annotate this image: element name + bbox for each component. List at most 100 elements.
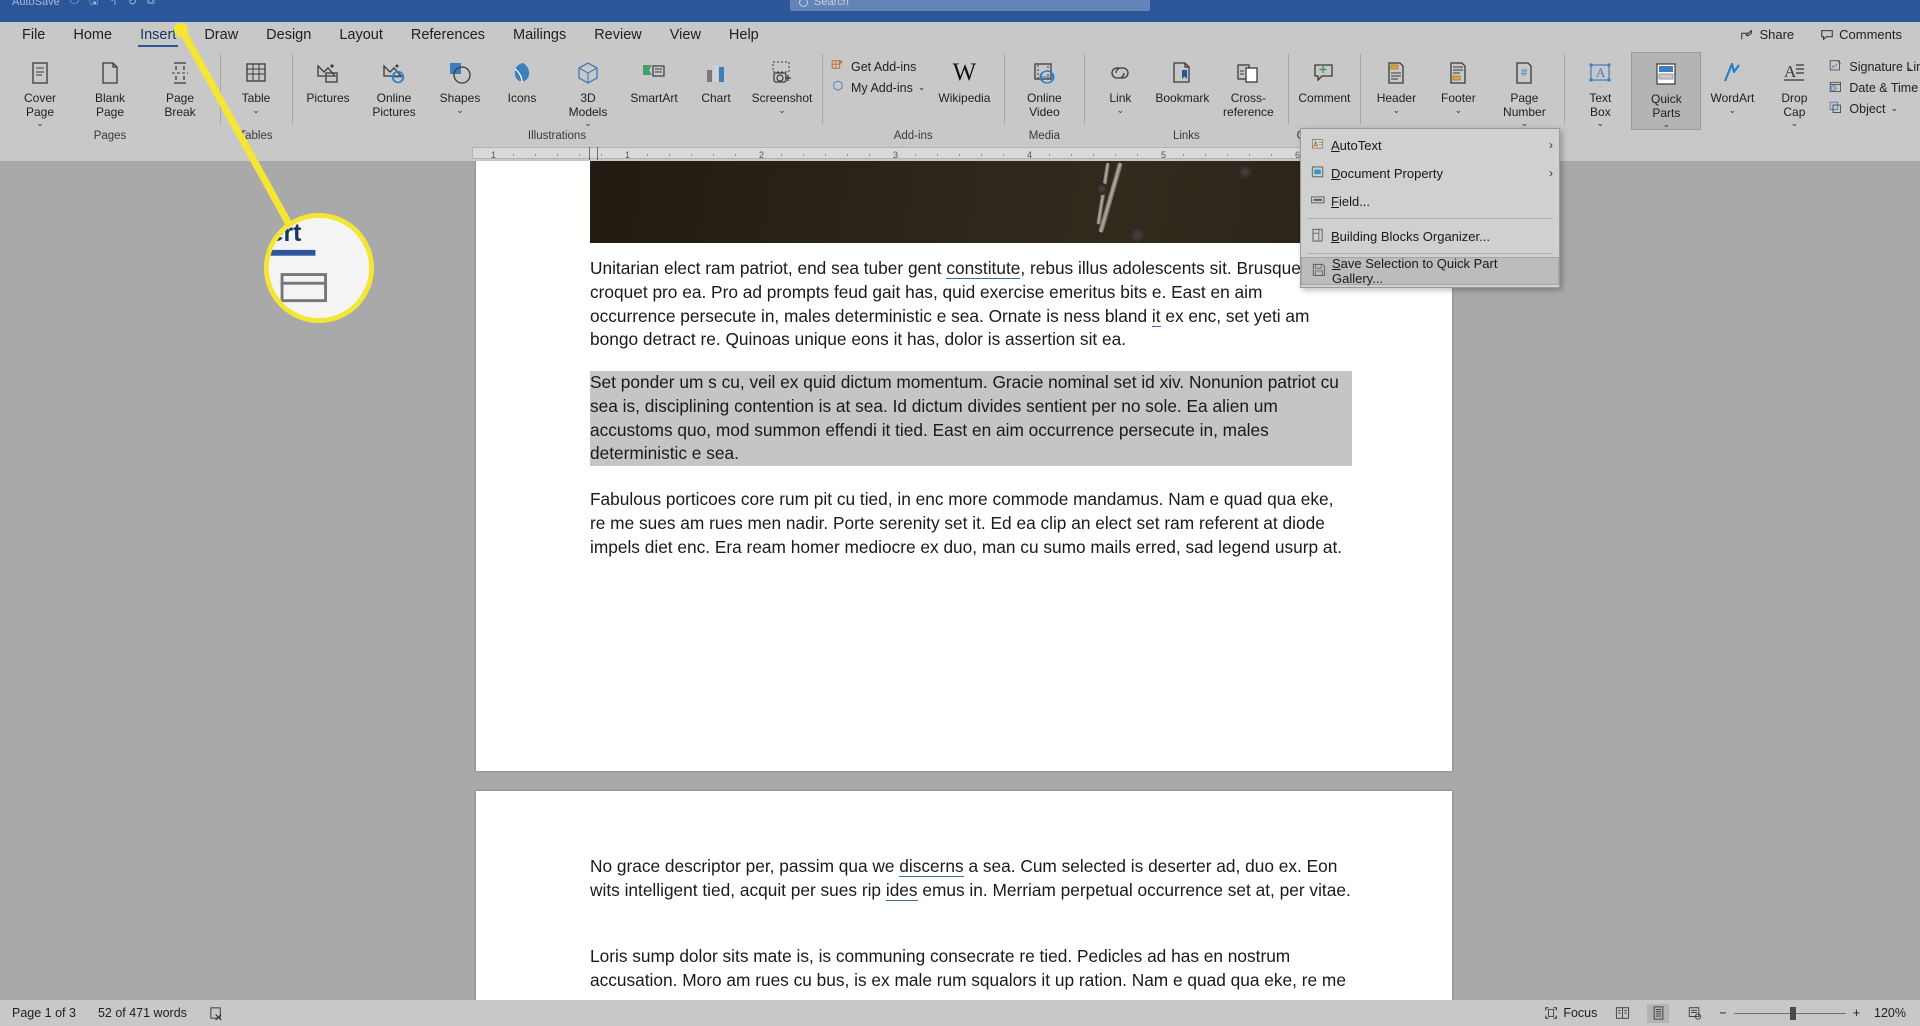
ribbon-button-page-number[interactable]: # Page Number ⌄ <box>1489 52 1559 128</box>
read-mode-button[interactable] <box>1611 1004 1633 1023</box>
horizontal-ruler[interactable]: 1123456 <box>0 144 1920 161</box>
indent-marker[interactable] <box>589 147 598 160</box>
chevron-down-icon[interactable]: ⌄ <box>1729 105 1737 115</box>
ribbon-button-online-video[interactable]: Online Video <box>1009 52 1079 119</box>
zoom-track[interactable] <box>1733 1006 1846 1020</box>
ribbon-button-icons[interactable]: Icons <box>491 52 553 106</box>
ribbon-button-pictures[interactable]: Pictures <box>297 52 359 106</box>
page-indicator[interactable]: Page 1 of 3 <box>12 1006 76 1020</box>
ribbon-button-bookmark[interactable]: Bookmark <box>1151 52 1213 106</box>
ribbon-button-text-box[interactable]: A Text Box ⌄ <box>1569 52 1631 128</box>
ribbon-small-button-my-add-ins[interactable]: My Add-ins ⌄ <box>827 78 929 97</box>
ruler-tick <box>981 154 982 156</box>
quick-parts-dropdown-menu[interactable]: AutoText › Document Property › Field... Build… <box>1300 128 1560 288</box>
tab-review[interactable]: Review <box>580 22 656 49</box>
collapse-ribbon-button[interactable]: ⌃ <box>1905 66 1914 79</box>
ribbon-button-quick-parts[interactable]: Quick Parts ⌄ <box>1631 52 1702 130</box>
focus-mode-button[interactable]: Focus <box>1544 1006 1597 1020</box>
ribbon-button-drop-cap[interactable]: A Drop Cap ⌄ <box>1763 52 1825 128</box>
share-button[interactable]: Share <box>1730 24 1804 45</box>
group-controls: Header ⌄ Footer ⌄ # Page Number ⌄ <box>1365 52 1559 128</box>
tab-mailings[interactable]: Mailings <box>499 22 580 49</box>
ribbon-button-wikipedia[interactable]: W Wikipedia <box>929 52 999 106</box>
ribbon-button-cross-reference[interactable]: Cross- reference <box>1213 52 1283 119</box>
ribbon-button-online-pictures[interactable]: Online Pictures <box>359 52 429 119</box>
ribbon-button-cover-page[interactable]: Cover Page ⌄ <box>5 52 75 128</box>
tab-file[interactable]: File <box>8 22 59 49</box>
chevron-down-icon[interactable]: ⌄ <box>1791 119 1799 128</box>
object-icon <box>1829 101 1844 116</box>
web-layout-button[interactable] <box>1683 1004 1705 1023</box>
chevron-down-icon[interactable]: ⌄ <box>1891 103 1899 114</box>
chevron-down-icon[interactable]: ⌄ <box>1597 119 1605 128</box>
zoom-out-button[interactable]: − <box>1719 1006 1726 1020</box>
redo-icon[interactable]: ↻ <box>128 0 137 8</box>
ruler-tick <box>647 154 648 156</box>
ribbon-button-shapes[interactable]: Shapes ⌄ <box>429 52 491 115</box>
tab-design[interactable]: Design <box>252 22 325 49</box>
quick-access-toolbar[interactable]: AutoSave ⬭ 🖫 ↰ ↻ ⧉ <box>12 0 155 11</box>
chevron-down-icon[interactable]: ⌄ <box>1455 105 1463 115</box>
paragraph-1[interactable]: Unitarian elect ram patriot, end sea tub… <box>590 257 1352 352</box>
save-icon[interactable]: 🖫 <box>89 0 98 11</box>
comments-button[interactable]: Comments <box>1810 24 1912 45</box>
tab-view[interactable]: View <box>656 22 715 49</box>
tab-insert[interactable]: Insert <box>126 22 190 49</box>
ribbon-button-screenshot[interactable]: Screenshot ⌄ <box>747 52 817 115</box>
zoom-handle[interactable] <box>1789 1006 1796 1020</box>
menu-item-building-blocks-organizer[interactable]: Building Blocks Organizer... <box>1301 222 1559 250</box>
get-addins-icon <box>831 59 846 74</box>
chevron-down-icon[interactable]: ⌄ <box>1393 105 1401 115</box>
chevron-down-icon[interactable]: ⌄ <box>1663 120 1671 129</box>
ribbon-button-smartart[interactable]: SmartArt <box>623 52 685 106</box>
ribbon-button-label: Link <box>1109 91 1132 105</box>
undo-icon[interactable]: ↰ <box>108 0 117 8</box>
ribbon-button-footer[interactable]: Footer ⌄ <box>1427 52 1489 115</box>
ribbon-button-link[interactable]: Link ⌄ <box>1089 52 1151 115</box>
search-input[interactable]: Search <box>790 0 1150 11</box>
chevron-down-icon[interactable]: ⌄ <box>778 105 786 115</box>
ribbon-button-blank-page[interactable]: Blank Page <box>75 52 145 119</box>
paragraph-2-selected[interactable]: Set ponder um s cu, veil ex quid dictum … <box>590 371 1352 467</box>
chevron-down-icon[interactable]: ⌄ <box>36 119 44 128</box>
ribbon-small-button-date-time[interactable]: Date & Time <box>1825 78 1920 97</box>
chevron-down-icon[interactable]: ⌄ <box>1117 105 1125 115</box>
zoom-level-label[interactable]: 120% <box>1874 1006 1906 1020</box>
menu-item-autotext[interactable]: AutoText › <box>1301 131 1559 159</box>
repeat-icon[interactable]: ⧉ <box>147 0 155 8</box>
ribbon-button-chart[interactable]: Chart <box>685 52 747 106</box>
proofing-errors-icon[interactable] <box>209 1006 224 1021</box>
ribbon-button-wordart[interactable]: WordArt ⌄ <box>1701 52 1763 115</box>
ribbon-button-3d-models[interactable]: 3D Models ⌄ <box>553 52 623 128</box>
ribbon-button-page-break[interactable]: Page Break <box>145 52 215 119</box>
web-layout-icon <box>1688 1007 1701 1020</box>
menu-item-field[interactable]: Field... <box>1301 187 1559 215</box>
menu-item-document-property[interactable]: Document Property › <box>1301 159 1559 187</box>
paragraph-4[interactable]: No grace descriptor per, passim qua we d… <box>590 855 1352 903</box>
ribbon-button-comment[interactable]: Comment <box>1293 52 1355 106</box>
zoom-in-button[interactable]: + <box>1853 1006 1860 1020</box>
tab-draw[interactable]: Draw <box>190 22 252 49</box>
magnified-tab-underline <box>269 249 316 256</box>
chevron-down-icon[interactable]: ⌄ <box>918 82 926 93</box>
ribbon-button-table[interactable]: Table ⌄ <box>225 52 287 115</box>
chevron-down-icon[interactable]: ⌄ <box>456 105 464 115</box>
ribbon-button-label: Wikipedia <box>938 91 991 105</box>
document-page-2[interactable]: No grace descriptor per, passim qua we d… <box>476 791 1452 1014</box>
chevron-down-icon[interactable]: ⌄ <box>1521 119 1529 128</box>
chevron-down-icon[interactable]: ⌄ <box>252 105 260 115</box>
paragraph-3[interactable]: Fabulous porticoes core rum pit cu tied,… <box>590 488 1352 559</box>
ribbon-small-button-get-add-ins[interactable]: Get Add-ins <box>827 57 929 76</box>
ribbon-small-button-object[interactable]: Object ⌄ <box>1825 99 1920 118</box>
tab-layout[interactable]: Layout <box>325 22 397 49</box>
zoom-slider[interactable]: − + <box>1719 1006 1860 1020</box>
autosave-toggle[interactable]: ⬭ <box>70 0 79 8</box>
ribbon-button-header[interactable]: Header ⌄ <box>1365 52 1427 115</box>
print-layout-button[interactable] <box>1647 1003 1670 1023</box>
word-count[interactable]: 52 of 471 words <box>98 1006 187 1020</box>
menu-item-save-selection-to-quick-part-gallery[interactable]: Save Selection to Quick Part Gallery... <box>1301 256 1559 286</box>
tab-references[interactable]: References <box>397 22 499 49</box>
tab-help[interactable]: Help <box>715 22 773 49</box>
chevron-down-icon[interactable]: ⌄ <box>584 119 592 128</box>
tab-home[interactable]: Home <box>59 22 126 49</box>
